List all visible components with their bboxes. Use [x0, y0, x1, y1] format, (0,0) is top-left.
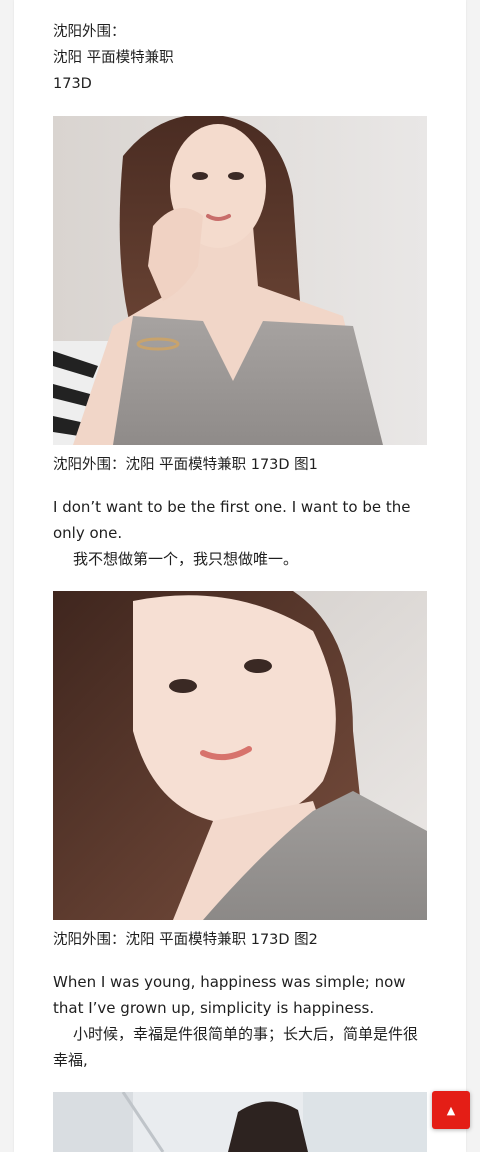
intro-line-2: 沈阳 平面模特兼职: [53, 50, 174, 66]
quote-2-cn: 小时候，幸福是件很简单的事；长大后，简单是件很幸福,: [53, 1025, 419, 1069]
photo-1-caption: 沈阳外围：沈阳 平面模特兼职 173D 图1: [53, 457, 318, 473]
photo-2-caption: 沈阳外围：沈阳 平面模特兼职 173D 图2: [53, 932, 318, 948]
chevron-up-icon: ▲: [446, 1103, 456, 1117]
article-photo-1[interactable]: [53, 116, 427, 445]
quote-1-cn: 我不想做第一个，我只想做唯一。: [73, 550, 299, 568]
photo-2-graphic: [53, 591, 427, 920]
article-photo-2[interactable]: [53, 591, 427, 920]
article-page: 沈阳外围： 沈阳 平面模特兼职 173D 沈阳外围：沈阳 平面模特兼职 173D…: [0, 0, 480, 1152]
quote-1: I don’t want to be the first one. I want…: [53, 494, 427, 572]
article-photo-3[interactable]: [53, 1092, 427, 1152]
quote-1-en: I don’t want to be the first one. I want…: [53, 498, 411, 542]
back-to-top-button[interactable]: ▲: [432, 1091, 470, 1129]
photo-1-graphic: [53, 116, 427, 445]
intro-line-1: 沈阳外围：: [53, 24, 126, 40]
quote-2: When I was young, happiness was simple; …: [53, 969, 427, 1073]
intro-line-3: 173D: [53, 76, 92, 92]
quote-2-en: When I was young, happiness was simple; …: [53, 973, 406, 1017]
photo-3-graphic: [53, 1092, 427, 1152]
